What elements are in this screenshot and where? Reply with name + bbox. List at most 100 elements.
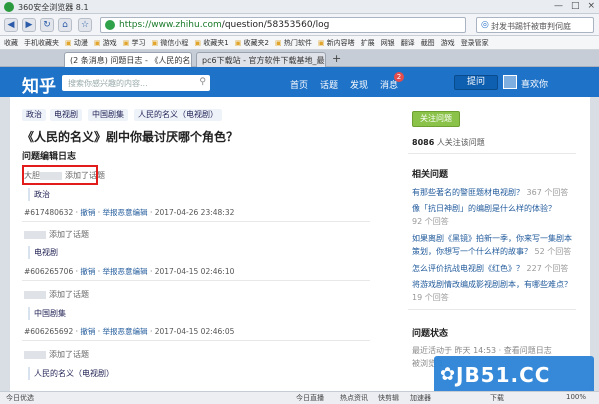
nav-home[interactable]: 首页: [290, 78, 308, 91]
browser-search-box[interactable]: ◎ 封发书踢钎被审判伺庭: [476, 17, 594, 33]
site-search-input[interactable]: 搜索你感兴趣的内容... ⚲: [62, 75, 210, 91]
site-header: 知乎 搜索你感兴趣的内容... ⚲ 首页 话题 发现 消息 2 提问 喜欢你: [0, 67, 599, 97]
search-query[interactable]: 封发书踢钎被审判伺庭: [491, 21, 571, 32]
page-content: 政治 电视剧 中国剧集 人民的名义（电视剧） 《人民的名义》剧中你最讨厌哪个角色…: [10, 97, 590, 391]
toolbar-login[interactable]: 登录管家: [461, 38, 489, 48]
follower-count: 8086 人关注该问题: [412, 138, 485, 147]
status-item[interactable]: 下载: [490, 393, 504, 403]
browser-statusbar: 今日优选 今日直播 热点资讯 快剪辑 加速器 下载 100%: [0, 391, 599, 404]
entry-id: #617480632: [24, 208, 74, 217]
log-action: 添加了话题: [49, 230, 89, 239]
highlight-box: [22, 165, 98, 185]
log-action: 添加了话题: [49, 350, 89, 359]
tab-pc6[interactable]: pc6下载站 - 官方软件下载基地_最安: [196, 52, 326, 67]
divider: [22, 340, 370, 341]
maximize-button[interactable]: □: [571, 1, 580, 11]
report-link[interactable]: 举报恶意编辑: [103, 208, 148, 217]
toolbar-games[interactable]: 游戏: [441, 38, 455, 48]
related-question[interactable]: 怎么评价抗战电视剧《红色》？ 227 个回答: [412, 263, 572, 274]
status-item[interactable]: 热点资讯: [340, 393, 368, 403]
topic-chip[interactable]: 政治: [28, 188, 54, 201]
undo-link[interactable]: 撤销: [80, 208, 95, 217]
toolbar-bank[interactable]: 网银: [381, 38, 395, 48]
close-button[interactable]: ×: [587, 1, 595, 11]
bookmark-folder[interactable]: 学习: [123, 38, 146, 48]
related-question[interactable]: 有那些著名的警匪题材电视剧？ 367 个回答: [412, 187, 572, 198]
bookmark-folder[interactable]: 新内容嗒: [318, 38, 355, 48]
url-text[interactable]: https://www.zhihu.com/question/58353560/…: [119, 20, 329, 30]
follow-question-button[interactable]: 关注问题: [412, 111, 460, 127]
bookmark-item[interactable]: 手机收藏夹: [24, 38, 59, 48]
bookmark-folder[interactable]: 收藏夹2: [235, 38, 269, 48]
topic-tag[interactable]: 电视剧: [50, 109, 82, 121]
related-question[interactable]: 将游戏剧情改编成影视剧剧本，有哪些难点？: [412, 279, 572, 290]
log-entry: 添加了话题: [24, 229, 89, 240]
zoom-level[interactable]: 100%: [566, 393, 586, 401]
ask-button[interactable]: 提问: [454, 75, 498, 90]
entry-id: #606265706: [24, 267, 74, 276]
topic-chip[interactable]: 中国剧集: [28, 307, 70, 320]
refresh-icon[interactable]: ↻: [40, 18, 54, 32]
divider: [22, 221, 370, 222]
minimize-button[interactable]: —: [554, 1, 563, 11]
status-item[interactable]: 快剪辑: [378, 393, 399, 403]
nav-topics[interactable]: 话题: [320, 78, 338, 91]
bookmarks-bar: 收藏 手机收藏夹 动漫 游戏 学习 微信小程 收藏夹1 收藏夹2 热门软件 新内…: [0, 36, 599, 50]
status-last-active[interactable]: 最近活动于 昨天 14:53 · 查看问题日志: [412, 345, 572, 356]
log-action: 添加了话题: [49, 290, 89, 299]
new-tab-button[interactable]: +: [332, 52, 341, 65]
tab-zhihu[interactable]: (2 条消息) 问题日志 - 《人民的名义: [64, 52, 192, 67]
related-answer-count: 19 个回答: [412, 293, 449, 302]
related-question[interactable]: 如果离剧《黑镜》拍新一季，你来写一集剧本: [412, 233, 572, 244]
avatar[interactable]: [503, 75, 517, 89]
report-link[interactable]: 举报恶意编辑: [103, 327, 148, 336]
entry-meta: #606265706 · 撤销 · 举报恶意编辑 · 2017-04-15 02…: [24, 267, 235, 276]
window-controls: — □ ×: [554, 1, 595, 11]
bookmark-item[interactable]: 收藏: [4, 38, 18, 48]
report-link[interactable]: 举报恶意编辑: [103, 267, 148, 276]
status-item[interactable]: 加速器: [410, 393, 431, 403]
back-icon[interactable]: ◀: [4, 18, 18, 32]
question-title[interactable]: 《人民的名义》剧中你最讨厌哪个角色？: [22, 128, 238, 145]
topic-chip[interactable]: 人民的名义（电视剧）: [28, 367, 118, 380]
toolbar-translate[interactable]: 翻译: [401, 38, 415, 48]
address-bar[interactable]: https://www.zhihu.com/question/58353560/…: [100, 17, 466, 33]
bookmark-folder[interactable]: 游戏: [94, 38, 117, 48]
bookmark-folder[interactable]: 微信小程: [152, 38, 188, 48]
undo-link[interactable]: 撤销: [80, 267, 95, 276]
toolbar-extensions[interactable]: 扩展: [361, 38, 375, 48]
undo-link[interactable]: 撤销: [80, 327, 95, 336]
redacted-name: [24, 350, 46, 359]
favorite-icon[interactable]: ☆: [78, 18, 92, 32]
related-question[interactable]: 像「抗日神剧」的编剧是什么样的体验？: [412, 203, 572, 214]
search-engine-icon[interactable]: ◎: [481, 20, 489, 30]
forward-icon[interactable]: ▶: [22, 18, 36, 32]
search-placeholder: 搜索你感兴趣的内容...: [68, 79, 148, 88]
bookmark-folder[interactable]: 收藏夹1: [194, 38, 228, 48]
related-answer-count: 92 个回答: [412, 217, 449, 226]
topic-chip[interactable]: 电视剧: [28, 246, 62, 259]
status-left[interactable]: 今日优选: [6, 393, 34, 403]
log-entry: 添加了话题: [24, 349, 89, 360]
topic-tag[interactable]: 人民的名义（电视剧）: [134, 109, 222, 121]
user-name[interactable]: 喜欢你: [521, 77, 548, 90]
entry-date: · 2017-04-15 02:46:10: [149, 267, 235, 276]
nav-explore[interactable]: 发现: [350, 78, 368, 91]
home-icon[interactable]: ⌂: [58, 18, 72, 32]
redacted-name: [24, 290, 46, 299]
toolbar-screenshot[interactable]: 截图: [421, 38, 435, 48]
site-logo[interactable]: 知乎: [22, 72, 56, 97]
topic-tag[interactable]: 中国剧集: [88, 109, 128, 121]
browser-titlebar: 360安全浏览器 8.1 — □ ×: [0, 0, 599, 14]
divider: [22, 280, 370, 281]
search-icon[interactable]: ⚲: [199, 77, 206, 87]
tab-bar: (2 条消息) 问题日志 - 《人民的名义 pc6下载站 - 官方软件下载基地_…: [0, 50, 599, 67]
bookmark-folder[interactable]: 动漫: [65, 38, 88, 48]
bookmark-folder[interactable]: 热门软件: [275, 38, 312, 48]
related-question[interactable]: 策划，你想写一个什么样的故事？ 52 个回答: [412, 246, 572, 257]
status-title: 问题状态: [412, 329, 449, 339]
browser-logo-icon: [4, 2, 14, 12]
status-item[interactable]: 今日直播: [296, 393, 324, 403]
browser-title: 360安全浏览器 8.1: [18, 3, 89, 12]
topic-tag[interactable]: 政治: [22, 109, 46, 121]
